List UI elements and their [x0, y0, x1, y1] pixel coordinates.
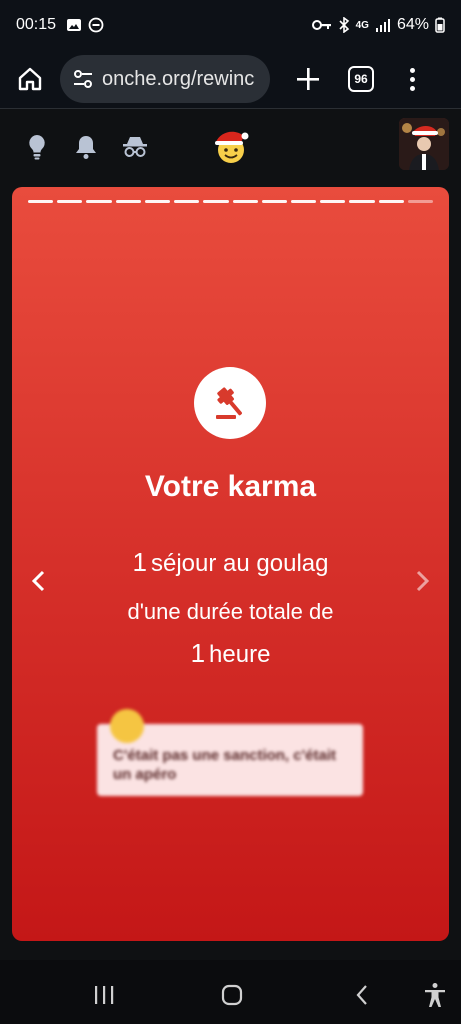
- battery-level: 64%: [396, 16, 429, 33]
- progress-segment: [407, 200, 434, 203]
- signal-icon: [375, 19, 390, 32]
- home-system-button[interactable]: [217, 980, 247, 1010]
- bluetooth-icon: [339, 17, 349, 33]
- browser-toolbar: onche.org/rewinc 96: [0, 50, 461, 108]
- home-icon: [18, 67, 42, 91]
- stat-line-duration-label: d'une durée totale de: [127, 599, 334, 624]
- url-text: onche.org/rewinc: [102, 67, 255, 90]
- home-circle-icon: [221, 984, 243, 1006]
- home-button[interactable]: [12, 61, 48, 97]
- rewind-card: Votre karma 1 séjour au goulag d'une duré…: [12, 187, 449, 941]
- progress-segment: [57, 200, 83, 203]
- progress-segment: [261, 200, 287, 203]
- next-slide-button[interactable]: [415, 567, 431, 601]
- site-header: [0, 110, 461, 182]
- address-bar[interactable]: onche.org/rewinc: [60, 55, 270, 103]
- stays-label: séjour au goulag: [151, 550, 329, 577]
- status-bar: 00:15 4G 64%: [0, 0, 461, 50]
- lightbulb-icon[interactable]: [22, 132, 52, 162]
- gavel-icon: [216, 387, 242, 419]
- stays-count: 1: [132, 547, 147, 577]
- tab-switcher-button[interactable]: 96: [348, 66, 374, 92]
- battery-icon: [435, 17, 445, 33]
- duration-unit: heure: [209, 641, 271, 668]
- back-system-button[interactable]: [347, 980, 377, 1010]
- santa-smiley-icon[interactable]: [210, 126, 250, 166]
- back-icon: [356, 985, 367, 1005]
- accessibility-icon: [425, 983, 445, 1007]
- new-tab-button[interactable]: [290, 61, 326, 97]
- progress-segment: [144, 200, 171, 203]
- progress-segment: [349, 200, 375, 203]
- progress-segment: [378, 200, 404, 203]
- quote-text: C'était pas une sanction, c'était un apé…: [113, 747, 337, 783]
- stat-line-stays: 1 séjour au goulag: [12, 547, 449, 578]
- stat-line-duration: 1 heure: [12, 638, 449, 669]
- gavel-badge: [194, 367, 266, 439]
- plus-icon: [297, 68, 319, 90]
- smiley-icon: [110, 709, 144, 743]
- progress-segment: [86, 200, 112, 203]
- system-navigation-bar: [0, 960, 461, 1024]
- progress-segment: [290, 200, 317, 203]
- previous-slide-button[interactable]: [30, 567, 46, 601]
- status-time: 00:15: [16, 16, 57, 33]
- progress-segment: [320, 200, 346, 203]
- site-settings-icon[interactable]: [72, 69, 94, 89]
- key-icon: [311, 20, 331, 30]
- user-avatar[interactable]: [399, 118, 449, 170]
- toolbar-divider: [0, 108, 461, 109]
- incognito-icon[interactable]: [120, 132, 150, 162]
- progress-segment: [115, 200, 141, 203]
- recents-icon: [95, 986, 114, 1004]
- network-label: 4G: [355, 19, 369, 31]
- recent-apps-button[interactable]: [89, 980, 119, 1010]
- bell-icon[interactable]: [71, 132, 101, 162]
- progress-segment: [174, 200, 200, 203]
- duration-count: 1: [190, 638, 206, 668]
- gallery-icon: [67, 19, 82, 31]
- card-title: Votre karma: [144, 470, 317, 503]
- progress-segment: [203, 200, 229, 203]
- story-progress: [28, 200, 434, 203]
- dnd-icon: [88, 17, 104, 33]
- chevron-left-icon: [31, 570, 45, 592]
- progress-segment: [232, 200, 258, 203]
- overflow-menu-button[interactable]: [410, 67, 415, 91]
- tab-count: 96: [354, 72, 368, 86]
- progress-segment: [28, 200, 54, 203]
- accessibility-button[interactable]: [420, 980, 450, 1010]
- chevron-right-icon: [416, 570, 430, 592]
